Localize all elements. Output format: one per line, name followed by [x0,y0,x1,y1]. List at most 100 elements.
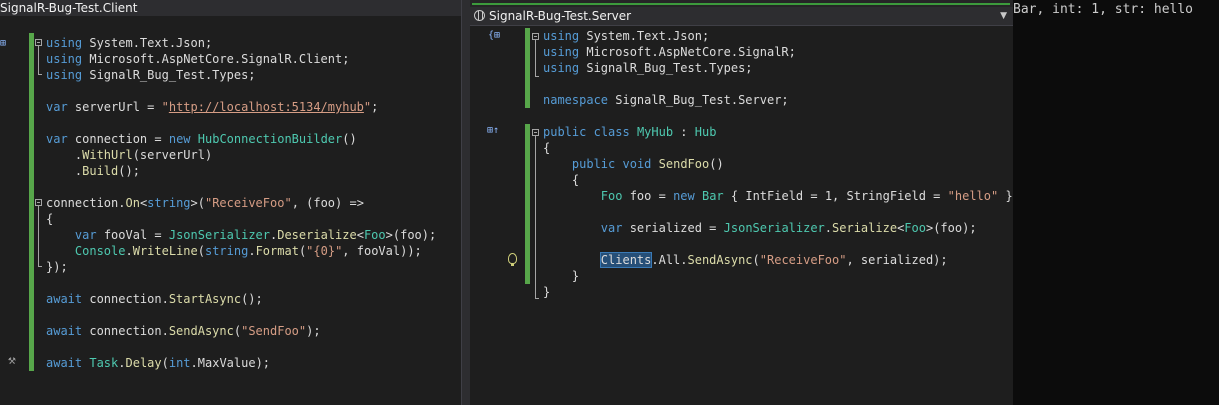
code-line[interactable] [543,76,1013,92]
code-token: ( [233,324,242,338]
code-token: >(foo); [925,221,977,235]
code-token: Deserialize [277,228,357,242]
fold-toggle-icon[interactable] [35,199,42,206]
code-token: On [125,196,140,210]
code-token: { [46,212,54,226]
code-line[interactable]: using Microsoft.AspNetCore.SignalR.Clien… [46,51,461,67]
code-token: >(foo); [385,228,437,242]
code-line[interactable] [543,108,1013,124]
code-token: connection. [82,292,169,306]
code-token: var [600,221,623,235]
code-token: Foo [363,228,386,242]
code-token: { IntField = 1, StringField = [723,189,948,203]
code-line[interactable]: }); [46,259,461,275]
server-editor-title: SignalR-Bug-Test.Server [489,9,632,23]
code-line[interactable]: .WithUrl(serverUrl) [46,147,461,163]
code-line[interactable]: var serverUrl = "http://localhost:5134/m… [46,99,461,115]
server-editor-pane[interactable]: SignalR-Bug-Test.Server ▼ {⊞ ⊞↑ using Sy… [470,0,1013,405]
code-token: . [46,148,83,162]
change-tracking-bar [29,33,34,371]
client-editor-pane[interactable]: SignalR-Bug-Test.Client ⊞ ⚒ using System… [0,0,461,405]
code-token: (); [241,292,263,306]
code-line[interactable]: public void SendFoo() [543,156,1013,172]
chevron-down-icon[interactable]: ▼ [1000,7,1007,25]
code-token: } [543,269,580,283]
code-line[interactable]: connection.On<string>("ReceiveFoo", (foo… [46,195,461,211]
project-globe-icon [474,10,485,21]
code-line[interactable]: Console.WriteLine(string.Format("{0}", f… [46,243,461,259]
code-line[interactable]: var serialized = JsonSerializer.Serializ… [543,220,1013,236]
code-line[interactable]: using SignalR_Bug_Test.Types; [543,60,1013,76]
code-line[interactable] [46,307,461,323]
code-token: HubConnectionBuilder [197,132,343,146]
code-token: SendAsync [687,253,753,267]
code-token: Microsoft.AspNetCore.SignalR; [579,45,796,59]
change-tracking-bar [525,28,530,108]
code-token: class [593,125,630,139]
code-line[interactable] [46,339,461,355]
code-token: SignalR_Bug_Test.Types; [579,61,753,75]
code-line[interactable]: .Build(); [46,163,461,179]
code-line[interactable] [46,83,461,99]
code-token: } [543,285,551,299]
code-token: Console [74,244,126,258]
code-token: JsonSerializer [168,228,270,242]
server-editor-navbar[interactable]: SignalR-Bug-Test.Server ▼ [470,7,1013,26]
code-line[interactable] [46,179,461,195]
code-token: . [248,244,256,258]
code-token: void [622,157,652,171]
code-token: fooVal = [96,228,169,242]
code-token: " [161,100,169,114]
code-line[interactable] [543,204,1013,220]
code-line[interactable]: using System.Text.Json; [543,28,1013,44]
code-line[interactable] [46,275,461,291]
code-token: using [543,45,580,59]
code-line[interactable]: { [46,211,461,227]
code-token: StartAsync [168,292,242,306]
code-token: Format [255,244,299,258]
code-token: { [543,173,580,187]
code-line[interactable]: Foo foo = new Bar { IntField = 1, String… [543,188,1013,204]
code-line[interactable]: } [543,268,1013,284]
code-line[interactable]: using System.Text.Json; [46,35,461,51]
code-line[interactable]: await connection.StartAsync(); [46,291,461,307]
code-token: "ReceiveFoo" [759,253,847,267]
code-line[interactable]: namespace SignalR_Bug_Test.Server; [543,92,1013,108]
console-output-window[interactable]: Bar, int: 1, str: hello [1013,0,1219,405]
code-token: (serverUrl) [132,148,213,162]
class-references-icon[interactable]: ⊞↑ [487,125,499,136]
code-line[interactable]: { [543,172,1013,188]
preview-icon[interactable]: {⊞ [488,30,500,41]
preview-icon[interactable]: ⊞ [0,38,6,49]
code-token: Foo [904,221,926,235]
code-line[interactable]: await connection.SendAsync("SendFoo"); [46,323,461,339]
code-token: }; [1005,189,1013,203]
code-line[interactable]: using SignalR_Bug_Test.Types; [46,67,461,83]
fold-toggle-icon[interactable] [532,129,539,136]
code-token: >( [190,196,205,210]
code-line[interactable] [46,115,461,131]
code-line[interactable]: var fooVal = JsonSerializer.Deserialize<… [46,227,461,243]
fold-toggle-icon[interactable] [532,33,539,40]
client-editor-tab[interactable]: SignalR-Bug-Test.Client [0,0,461,16]
code-line[interactable]: public class MyHub : Hub [543,124,1013,140]
code-line[interactable]: } [543,284,1013,300]
code-line[interactable]: Clients.All.SendAsync("ReceiveFoo", seri… [543,252,1013,268]
code-token: ; [371,100,379,114]
code-token: int [168,356,191,370]
quick-actions-screwdriver-icon[interactable]: ⚒ [8,353,16,368]
code-line[interactable]: { [543,140,1013,156]
code-line[interactable]: await Task.Delay(int.MaxValue); [46,355,461,371]
fold-toggle-icon[interactable] [35,39,42,46]
lightbulb-icon[interactable] [508,253,517,266]
code-token: () [709,157,724,171]
code-line[interactable]: using Microsoft.AspNetCore.SignalR; [543,44,1013,60]
code-line[interactable] [543,236,1013,252]
code-token: connection. [46,196,126,210]
code-line[interactable]: var connection = new HubConnectionBuilde… [46,131,461,147]
